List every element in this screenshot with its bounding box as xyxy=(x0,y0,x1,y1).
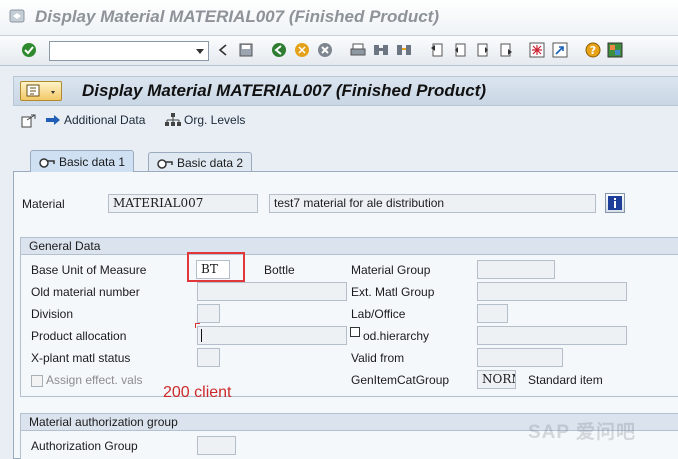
tab-basic-data-2[interactable]: Basic data 2 xyxy=(148,152,253,172)
general-data-header: General Data xyxy=(21,238,678,255)
auth-group-label: Authorization Group xyxy=(31,439,138,453)
material-group-field[interactable] xyxy=(477,260,555,279)
prod-hierarchy-field[interactable] xyxy=(477,326,627,345)
tab-label: Basic data 2 xyxy=(177,155,244,170)
tab-key-icon xyxy=(39,157,55,168)
application-title-bar: Display Material MATERIAL007 (Finished P… xyxy=(13,76,678,106)
find-next-icon[interactable] xyxy=(395,41,413,59)
customize-layout-icon[interactable] xyxy=(606,41,624,59)
product-allocation-field[interactable] xyxy=(197,326,347,345)
old-material-label: Old material number xyxy=(31,285,140,299)
tab-label: Basic data 1 xyxy=(59,154,126,169)
valid-from-label: Valid from xyxy=(351,351,405,365)
material-label: Material xyxy=(22,197,65,211)
material-description-field[interactable]: test7 material for ale distribution xyxy=(269,194,596,213)
xplant-status-label: X-plant matl status xyxy=(31,351,131,365)
back-arrow-icon[interactable] xyxy=(270,41,288,59)
cancel-icon[interactable] xyxy=(316,41,334,59)
back-icon[interactable] xyxy=(214,41,232,59)
tab-panel-basic-data-1: Material MATERIAL007 test7 material for … xyxy=(13,171,678,459)
division-field[interactable] xyxy=(197,304,220,323)
application-area: Display Material MATERIAL007 (Finished P… xyxy=(0,66,678,459)
print-icon[interactable] xyxy=(349,41,367,59)
ext-matl-group-label: Ext. Matl Group xyxy=(351,285,435,299)
base-uom-text: Bottle xyxy=(264,263,295,277)
base-uom-label: Base Unit of Measure xyxy=(31,263,147,277)
page-title: Display Material MATERIAL007 (Finished P… xyxy=(82,81,486,100)
svg-text:?: ? xyxy=(590,44,596,57)
gen-item-cat-text: Standard item xyxy=(528,373,603,387)
info-button[interactable] xyxy=(605,193,625,213)
client-annotation: 200 client xyxy=(163,384,232,401)
gen-item-cat-field[interactable]: NORM xyxy=(477,370,516,389)
system-toolbar: ? xyxy=(0,36,678,66)
org-levels-button[interactable]: Org. Levels xyxy=(165,113,245,127)
create-session-icon[interactable] xyxy=(528,41,546,59)
prod-hierarchy-label: od.hierarchy xyxy=(363,329,430,343)
additional-data-label: Additional Data xyxy=(64,113,146,127)
highlight-box xyxy=(187,252,245,282)
tab-strip: Basic data 1 Basic data 2 xyxy=(13,150,678,172)
last-page-icon[interactable] xyxy=(497,41,515,59)
command-field[interactable] xyxy=(49,41,209,61)
general-data-group: General Data Base Unit of Measure BT Bot… xyxy=(20,237,678,401)
menu-icon xyxy=(26,84,55,97)
division-label: Division xyxy=(31,307,74,321)
find-icon[interactable] xyxy=(372,41,390,59)
tree-toggle-icon xyxy=(21,114,36,128)
window-title-bar: Display Material MATERIAL007 (Finished P… xyxy=(0,0,678,36)
valid-from-field[interactable] xyxy=(477,348,563,367)
info-icon xyxy=(608,196,622,210)
copy-icon[interactable] xyxy=(350,327,360,337)
help-icon[interactable]: ? xyxy=(584,41,602,59)
tab-key-icon xyxy=(157,158,173,169)
org-levels-label: Org. Levels xyxy=(184,113,246,127)
tab-basic-data-1[interactable]: Basic data 1 xyxy=(30,150,135,172)
menu-button[interactable] xyxy=(20,81,62,101)
old-material-field[interactable] xyxy=(197,282,347,301)
material-group-label: Material Group xyxy=(351,263,431,277)
assign-effect-label: Assign effect. vals xyxy=(46,373,143,387)
first-page-icon[interactable] xyxy=(428,41,446,59)
material-number-field[interactable]: MATERIAL007 xyxy=(108,194,258,213)
required-marker xyxy=(195,323,200,328)
enter-icon[interactable] xyxy=(20,41,38,59)
arrow-right-icon xyxy=(46,115,60,125)
exit-icon[interactable] xyxy=(293,41,311,59)
org-hierarchy-icon xyxy=(165,113,181,126)
product-allocation-label: Product allocation xyxy=(31,329,127,343)
xplant-status-field[interactable] xyxy=(197,348,220,367)
window-title: Display Material MATERIAL007 (Finished P… xyxy=(35,7,439,26)
tree-toggle-button[interactable] xyxy=(21,113,37,129)
text-cursor xyxy=(201,329,202,342)
shortcut-icon[interactable] xyxy=(551,41,569,59)
previous-page-icon[interactable] xyxy=(451,41,469,59)
additional-data-button[interactable]: Additional Data xyxy=(46,113,145,127)
chevron-down-icon[interactable] xyxy=(196,49,204,54)
gen-item-cat-label: GenItemCatGroup xyxy=(351,373,450,387)
next-page-icon[interactable] xyxy=(474,41,492,59)
save-icon[interactable] xyxy=(237,41,255,59)
auth-group-field[interactable] xyxy=(197,436,236,455)
assign-effect-checkbox[interactable] xyxy=(31,375,43,387)
sap-window-icon xyxy=(9,9,25,23)
lab-office-field[interactable] xyxy=(477,304,508,323)
ext-matl-group-field[interactable] xyxy=(477,282,627,301)
lab-office-label: Lab/Office xyxy=(351,307,406,321)
watermark: SAP 爱问吧 xyxy=(528,422,637,443)
